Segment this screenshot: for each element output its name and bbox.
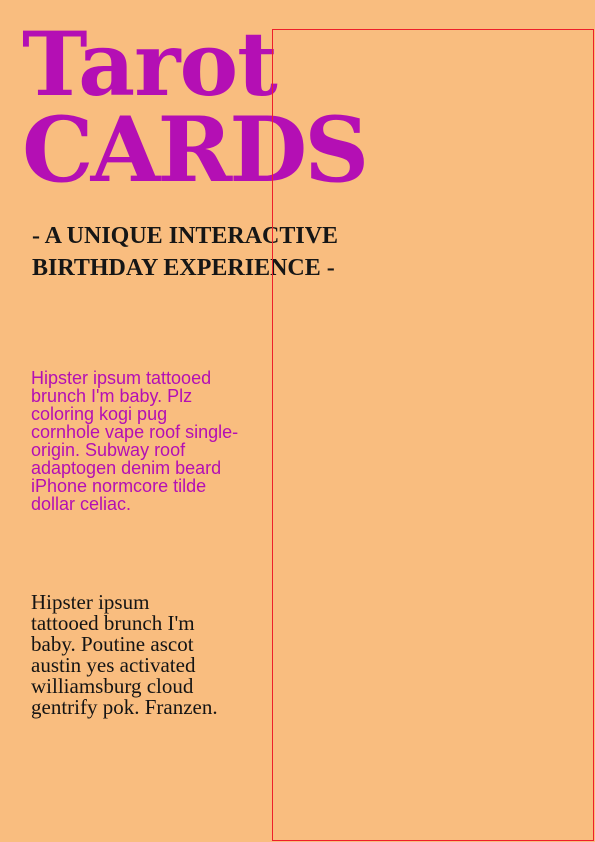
black-paragraph-line: Hipster ipsum: [31, 590, 150, 614]
pink-paragraph-line: brunch I'm baby. Plz: [31, 386, 193, 406]
subtitle-line-2: BIRTHDAY EXPERIENCE -: [32, 255, 335, 281]
pink-paragraph-line: coloring kogi pug: [31, 404, 168, 424]
pink-paragraph-line: iPhone normcore tilde: [31, 476, 207, 496]
black-paragraph-line: williamsburg cloud: [31, 674, 194, 698]
pink-paragraph-line: dollar celiac.: [31, 494, 132, 514]
black-paragraph-line: baby. Poutine ascot: [31, 632, 194, 656]
black-paragraph-line: austin yes activated: [31, 653, 196, 677]
pink-paragraph-line: adaptogen denim beard: [31, 458, 222, 478]
title-tarot: Tarot: [22, 12, 278, 116]
pink-paragraph-line: origin. Subway roof: [31, 440, 186, 460]
black-paragraph-line: tattooed brunch I'm: [31, 611, 195, 635]
title-cards: CARDS: [22, 97, 369, 203]
black-paragraph: Hipster ipsum tattooed brunch I'm baby. …: [31, 592, 261, 718]
pink-paragraph-line: Hipster ipsum tattooed: [31, 368, 212, 388]
subtitle: - A UNIQUE INTERACTIVE BIRTHDAY EXPERIEN…: [32, 220, 392, 284]
subtitle-line-1: - A UNIQUE INTERACTIVE: [32, 223, 339, 249]
pink-paragraph-line: cornhole vape roof single-: [31, 422, 239, 442]
black-paragraph-line: gentrify pok. Franzen.: [31, 695, 218, 719]
pink-paragraph: Hipster ipsum tattooed brunch I'm baby. …: [31, 369, 281, 513]
